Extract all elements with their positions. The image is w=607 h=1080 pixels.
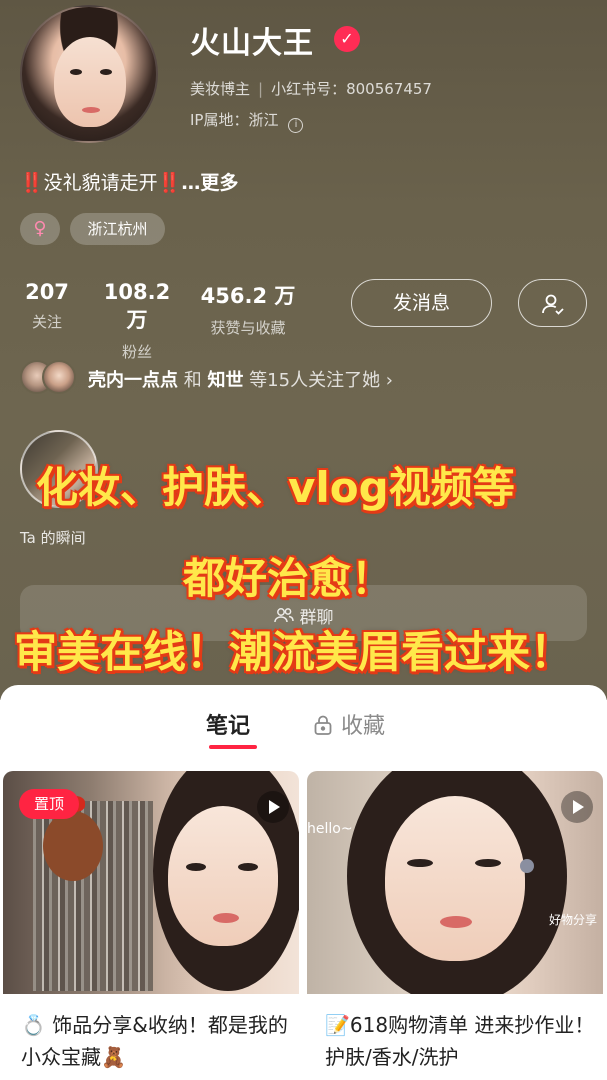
stat-likes[interactable]: 456.2 万 获赞与收藏 (198, 280, 298, 338)
lock-icon (314, 715, 332, 735)
exclamation-icon: ‼️ (157, 172, 182, 194)
gender-tag: ♀ (20, 213, 60, 245)
bio-text: 没礼貌请走开 (43, 172, 158, 194)
note-title: 💍 饰品分享&收纳！都是我的小众宝藏🧸 (21, 1013, 288, 1069)
add-friend-icon (542, 294, 564, 315)
bio-more-link[interactable]: …更多 (181, 172, 238, 194)
play-icon (561, 791, 593, 823)
location-tag[interactable]: 浙江杭州 (70, 213, 165, 245)
profile-bio[interactable]: ‼️没礼貌请走开‼️…更多 (20, 168, 238, 195)
stat-label: 获赞与收藏 (210, 319, 286, 337)
add-friend-button[interactable] (518, 279, 587, 327)
verified-icon: ✓ (334, 26, 360, 52)
promo-overlay-line2: 都好治愈！ (183, 554, 394, 603)
tab-collections[interactable]: 收藏 (313, 708, 385, 740)
stat-label: 粉丝 (121, 343, 152, 361)
stat-value: 456.2 万 (200, 284, 296, 308)
tab-notes[interactable]: 笔记 (206, 708, 250, 740)
moments-label: Ta 的瞬间 (20, 529, 86, 547)
avatar (42, 360, 76, 394)
tab-label: 收藏 (341, 714, 386, 739)
info-icon[interactable]: i (288, 118, 304, 133)
promo-overlay-line3: 审美在线！潮流美眉看过来！ (14, 628, 573, 678)
note-cover: 置顶 (3, 771, 299, 994)
note-card[interactable]: 置顶 💍 饰品分享&收纳！都是我的小众宝藏🧸 (3, 771, 299, 1080)
note-cover: hello~ 好物分享 (307, 771, 603, 994)
profile-role: 美妆博主 (190, 80, 251, 98)
profile-header: 火山大王 ✓ 美妆博主 | 小红书号：800567457 IP属地：浙江 i ‼️没礼… (0, 0, 607, 700)
note-card[interactable]: hello~ 好物分享 📝618购物清单 进来抄作业！护肤/香水/洗护 (307, 771, 603, 1080)
stat-value: 207 (25, 280, 69, 304)
mutual-followers[interactable]: 壳内一点点 和 知世 等15人关注了她 › (20, 360, 590, 396)
play-icon (257, 791, 289, 823)
cover-text-goods: 好物分享 (548, 913, 597, 927)
promo-overlay-line1: 化妆、护肤、vlog视频等 (36, 463, 515, 512)
stat-label: 关注 (31, 313, 62, 331)
mutual-followers-text: 壳内一点点 和 知世 等15人关注了她 › (88, 370, 393, 391)
profile-name: 火山大王 (190, 26, 314, 61)
profile-id: 小红书号：800567457 (271, 80, 432, 98)
send-message-button[interactable]: 发消息 (351, 279, 492, 327)
profile-meta: 美妆博主 | 小红书号：800567457 (190, 80, 432, 98)
profile-avatar[interactable] (20, 5, 158, 143)
content-panel: 笔记 收藏 置顶 💍 饰品分享&收纳！都是我的小众宝藏🧸 hello~ 好物分享… (0, 685, 607, 1080)
stat-value: 108.2 万 (103, 280, 171, 332)
ip-label: IP属地：浙江 (190, 111, 279, 129)
cover-text-hello: hello~ (307, 821, 353, 837)
stat-followers[interactable]: 108.2 万 粉丝 (90, 280, 184, 362)
pinned-badge: 置顶 (19, 789, 79, 819)
stat-following[interactable]: 207 关注 (20, 280, 74, 332)
exclamation-icon: ‼️ (20, 172, 44, 194)
profile-ip: IP属地：浙江 i (190, 109, 304, 133)
note-title: 📝618购物清单 进来抄作业！护肤/香水/洗护 (325, 1013, 595, 1069)
active-tab-indicator (209, 745, 257, 749)
